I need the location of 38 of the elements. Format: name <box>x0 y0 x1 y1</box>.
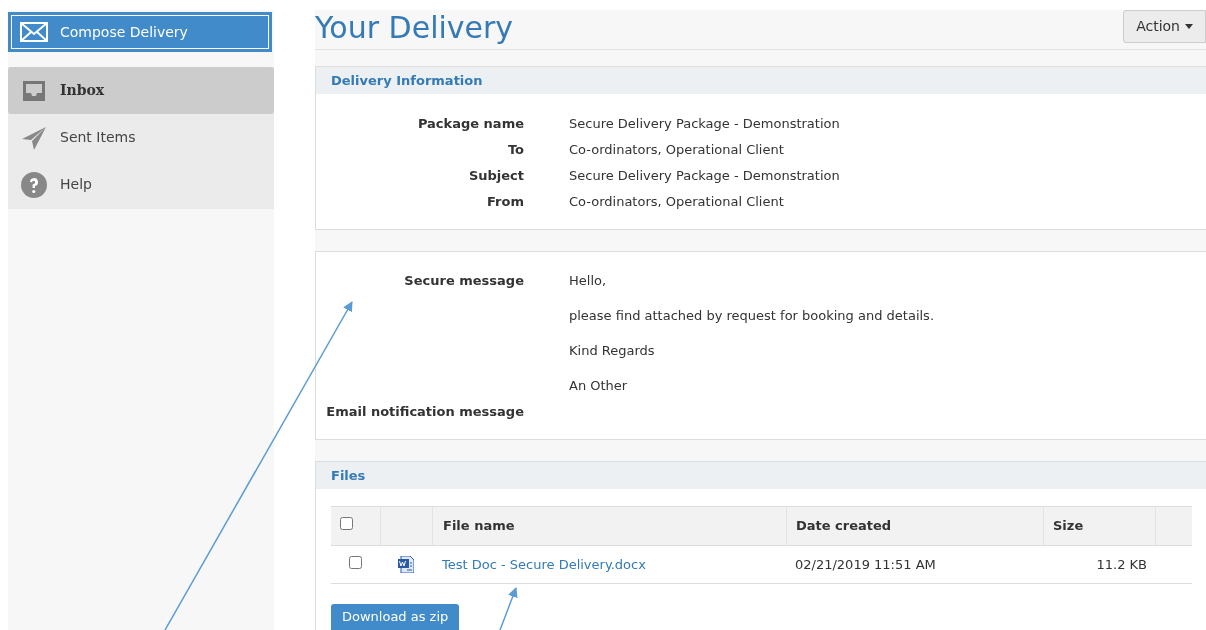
sidebar-item[interactable]: Inbox <box>8 67 274 114</box>
field-value: Secure Delivery Package - Demonstration <box>569 115 840 133</box>
message-line: please find attached by request for booking and details. <box>569 307 935 325</box>
panel-heading: Delivery Information <box>316 67 1206 94</box>
table-cell-text: 11.2 KB <box>1096 555 1147 574</box>
field-value: Co-ordinators, Operational Client <box>569 193 784 211</box>
paper-plane-icon <box>21 125 47 150</box>
column-header: Size <box>1053 517 1084 536</box>
envelope-icon <box>20 22 48 42</box>
field-label: To <box>506 141 524 159</box>
column-header: File name <box>443 517 515 536</box>
message-line: An Other <box>569 377 629 395</box>
panel-heading: Files <box>316 462 1206 489</box>
table-cell-text: 02/21/2019 11:51 AM <box>795 555 937 574</box>
field-label: Subject <box>467 167 524 185</box>
action-button[interactable]: Action <box>1123 10 1206 43</box>
caret-icon <box>1185 24 1193 29</box>
field-label: Secure message <box>404 272 524 290</box>
annotation-arrow <box>499 587 518 630</box>
help-icon <box>21 171 47 198</box>
inbox-tray-icon <box>21 78 47 103</box>
column-header: Date created <box>796 517 892 536</box>
sidebar-item[interactable]: Sent Items <box>8 114 274 161</box>
sidebar-item[interactable]: Help <box>8 161 274 208</box>
message-line: Hello, <box>569 272 608 290</box>
word-document-icon <box>398 556 414 573</box>
message-line: Kind Regards <box>569 342 656 360</box>
field-label: From <box>486 193 524 211</box>
field-value: Secure Delivery Package - Demonstration <box>569 167 840 185</box>
field-label: Email notification message <box>326 403 524 421</box>
page-title: Your Delivery <box>315 9 514 47</box>
compose-button[interactable]: Compose Delivery <box>8 12 272 52</box>
row-checkbox[interactable] <box>349 555 362 569</box>
select-all-checkbox[interactable] <box>340 517 353 531</box>
field-label: Package name <box>416 115 524 133</box>
field-value: Co-ordinators, Operational Client <box>569 141 784 159</box>
download-button[interactable]: Download as zip <box>331 604 460 630</box>
file-link[interactable]: Test Doc - Secure Delivery.docx <box>442 556 646 572</box>
